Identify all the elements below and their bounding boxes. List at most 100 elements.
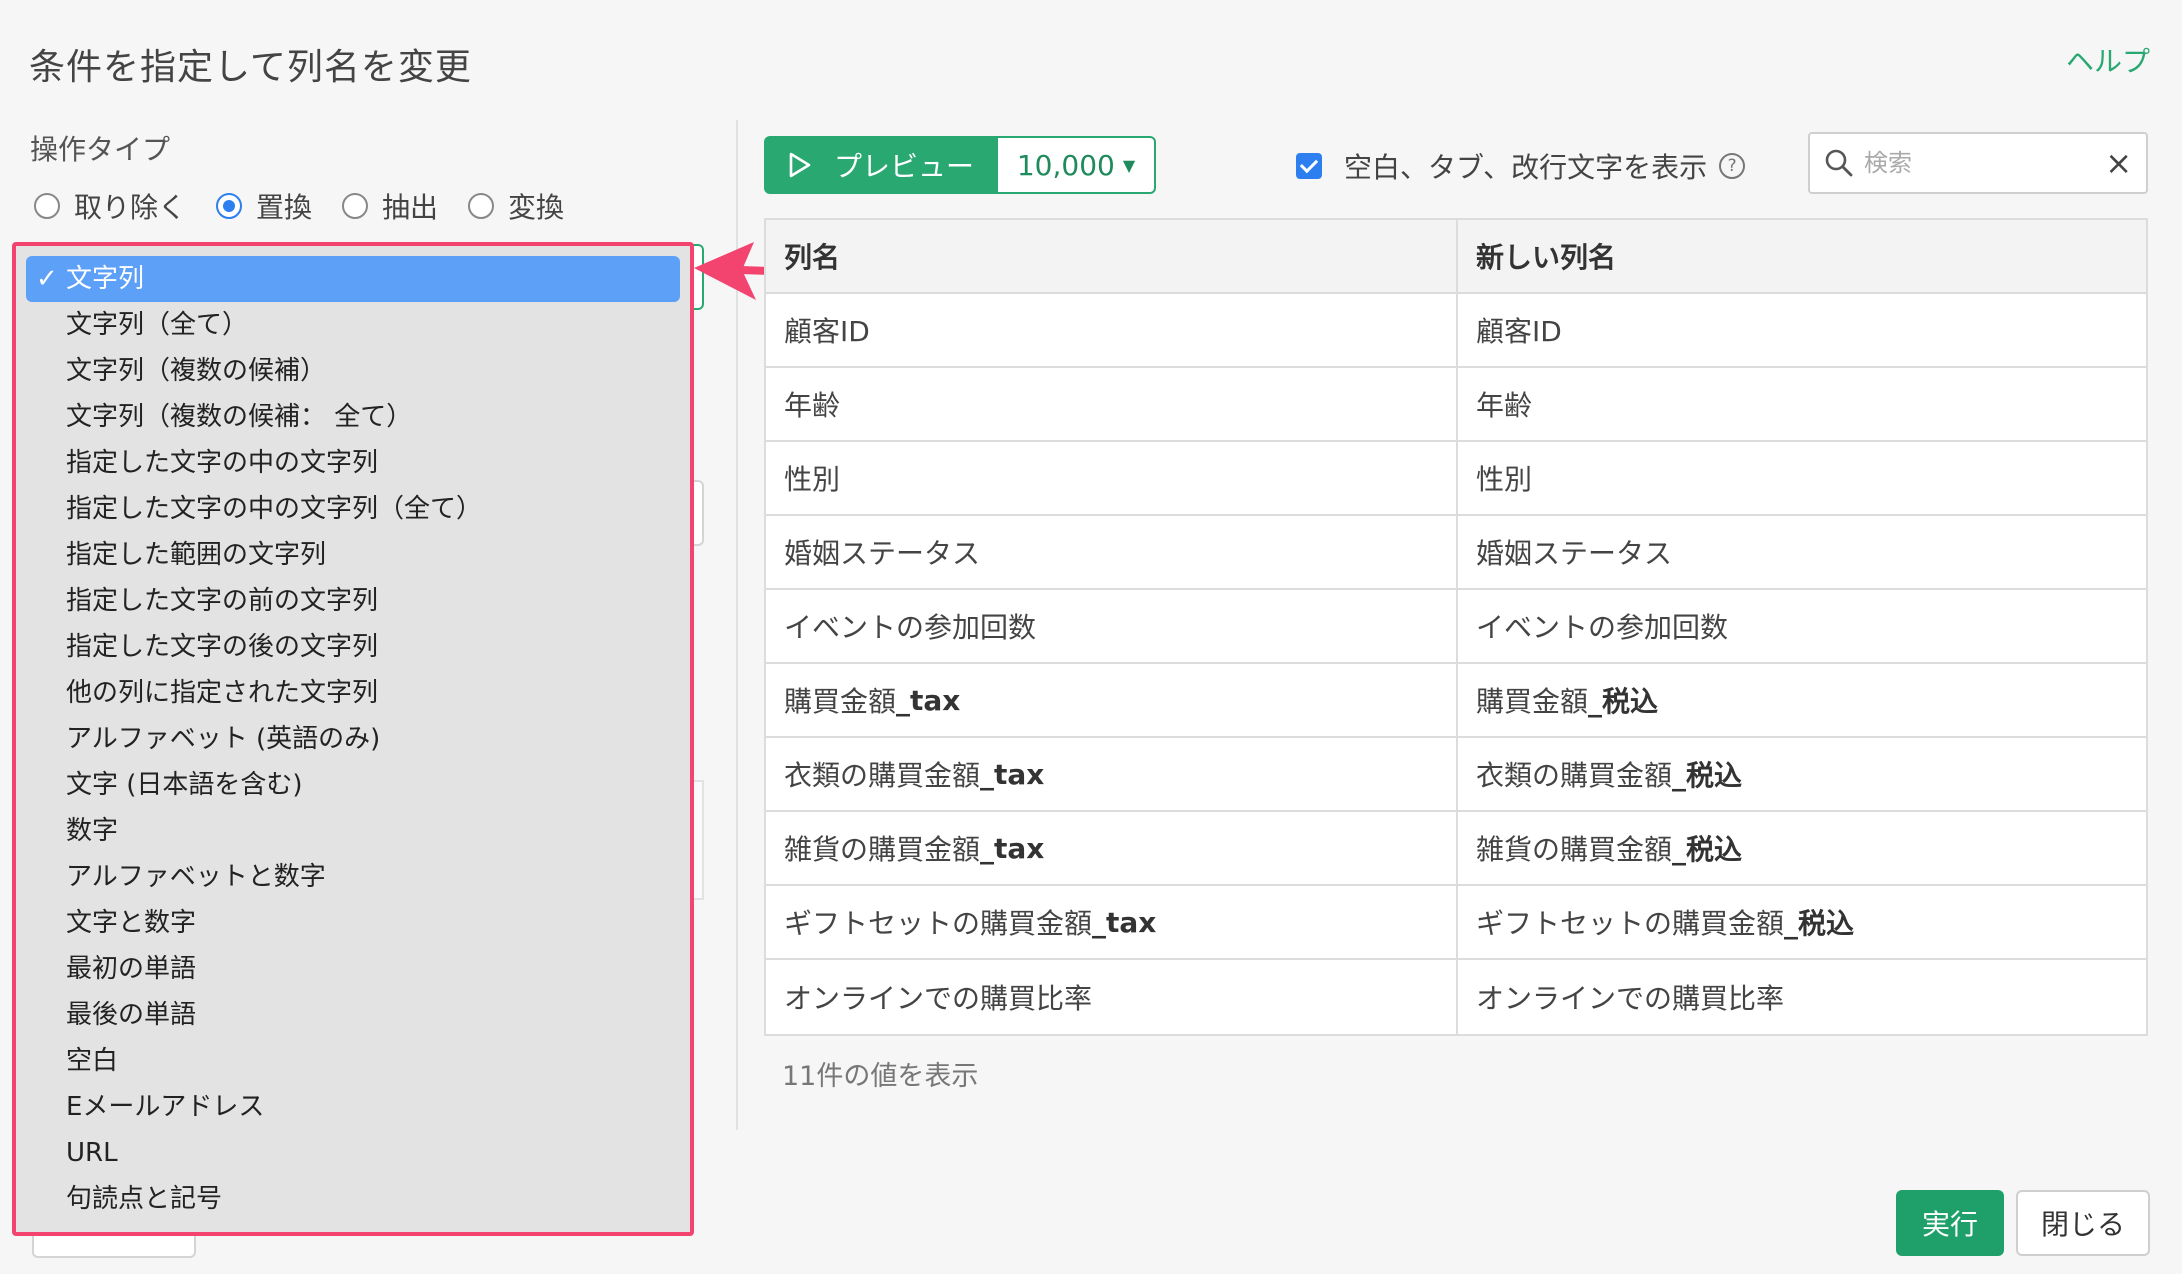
dropdown-option-label: 指定した文字の中の文字列（全て） <box>66 494 483 524</box>
table-row: イベントの参加回数 イベントの参加回数 <box>766 590 2146 664</box>
table-header: 列名 新しい列名 <box>766 220 2146 294</box>
dropdown-option-label: URL <box>66 1138 118 1168</box>
table-row: オンラインでの購買比率 オンラインでの購買比率 <box>766 960 2146 1034</box>
dropdown-option[interactable]: 指定した範囲の文字列 <box>26 532 680 578</box>
dropdown-option[interactable]: Eメールアドレス <box>26 1084 680 1130</box>
radio-button[interactable] <box>216 193 243 219</box>
cell-text: 雑貨の購買金額 <box>784 833 981 866</box>
dropdown-option-label: 文字列（複数の候補） <box>66 356 327 386</box>
new-column-name-cell: イベントの参加回数 <box>1456 590 2146 662</box>
new-column-name-cell: 雑貨の購買金額 _税込 <box>1456 812 2146 884</box>
table-row: 衣類の購買金額 _tax 衣類の購買金額 _税込 <box>766 738 2146 812</box>
column-name-cell: 性別 <box>766 442 1456 514</box>
cell-text: 顧客ID <box>1476 315 1562 348</box>
dropdown-option[interactable]: 最初の単語 <box>26 946 680 992</box>
help-link[interactable]: ヘルプ <box>2066 40 2150 80</box>
operation-radio-option[interactable]: 置換 <box>216 186 312 226</box>
page-title: 条件を指定して列名を変更 <box>29 47 472 88</box>
dropdown-option[interactable]: 空白 <box>26 1038 680 1084</box>
column-name-cell: 購買金額 _tax <box>766 664 1456 736</box>
cell-text: 購買金額 <box>1476 685 1589 718</box>
close-button[interactable]: 閉じる <box>2016 1190 2150 1256</box>
radio-label: 置換 <box>256 191 313 224</box>
dropdown-option-label: 文字列 <box>66 264 145 294</box>
condition-dropdown-list[interactable]: ✓ 文字列文字列（全て） 文字列（複数の候補） 文字列（複数の候補： 全て） 指定した文… <box>12 242 694 1236</box>
new-column-name-cell: 顧客ID <box>1456 294 2146 366</box>
new-column-name-cell: 年齢 <box>1456 368 2146 440</box>
check-icon: ✓ <box>36 264 58 294</box>
radio-label: 抽出 <box>382 191 439 224</box>
clear-icon[interactable]: × <box>2105 144 2132 182</box>
dropdown-option[interactable]: 句読点と記号 <box>26 1176 680 1222</box>
cell-text: ギフトセットの購買金額 <box>1476 907 1785 940</box>
dropdown-option-label: アルファベット (英語のみ) <box>66 724 381 754</box>
dropdown-option[interactable]: 最後の単語 <box>26 992 680 1038</box>
radio-button[interactable] <box>34 193 60 219</box>
dropdown-option-label: 文字列（複数の候補： 全て） <box>66 402 413 432</box>
table-row: 購買金額 _tax 購買金額 _税込 <box>766 664 2146 738</box>
dropdown-option[interactable]: ✓ 文字列 <box>26 256 680 302</box>
cell-text: 衣類の購買金額 <box>784 759 981 792</box>
column-name-cell: ギフトセットの購買金額 _tax <box>766 886 1456 958</box>
column-header-name: 列名 <box>784 241 841 274</box>
column-header-new-name: 新しい列名 <box>1456 220 2146 292</box>
radio-label: 取り除く <box>74 191 187 224</box>
cell-text: 雑貨の購買金額 <box>1476 833 1673 866</box>
dropdown-option[interactable]: 他の列に指定された文字列 <box>26 670 680 716</box>
cell-text: ギフトセットの購買金額 <box>784 907 1093 940</box>
dropdown-option[interactable]: 指定した文字の中の文字列 <box>26 440 680 486</box>
search-icon <box>1825 149 1853 177</box>
dropdown-option[interactable]: 文字列（複数の候補： 全て） <box>26 394 680 440</box>
show-whitespace-option: 空白、タブ、改行文字を表示 ? <box>1296 146 1746 186</box>
dropdown-option-label: Eメールアドレス <box>66 1092 265 1122</box>
dropdown-option-label: 数字 <box>66 816 119 846</box>
cell-highlight-text: _税込 <box>1672 833 1743 866</box>
table-row: 婚姻ステータス 婚姻ステータス <box>766 516 2146 590</box>
new-column-name-cell: ギフトセットの購買金額 _税込 <box>1456 886 2146 958</box>
operation-radio-option[interactable]: 変換 <box>468 186 564 226</box>
dropdown-option[interactable]: 指定した文字の後の文字列 <box>26 624 680 670</box>
operation-radio-option[interactable]: 取り除く <box>34 186 186 226</box>
cell-text: オンラインでの購買比率 <box>784 982 1093 1015</box>
cell-text: オンラインでの購買比率 <box>1476 982 1785 1015</box>
cell-highlight-text: _tax <box>1092 905 1157 939</box>
new-column-name-cell: 衣類の購買金額 _税込 <box>1456 738 2146 810</box>
dropdown-option[interactable]: アルファベットと数字 <box>26 854 680 900</box>
dropdown-option-label: 文字 (日本語を含む) <box>66 770 303 800</box>
table-row: 顧客ID 顧客ID <box>766 294 2146 368</box>
dropdown-option[interactable]: 指定した文字の中の文字列（全て） <box>26 486 680 532</box>
dropdown-option-label: アルファベットと数字 <box>66 862 326 892</box>
dropdown-option[interactable]: 文字と数字 <box>26 900 680 946</box>
row-count-dropdown[interactable]: 10,000 ▼ <box>996 136 1156 194</box>
cell-highlight-text: _税込 <box>1588 685 1659 718</box>
dropdown-option[interactable]: アルファベット (英語のみ) <box>26 716 680 762</box>
column-name-cell: オンラインでの購買比率 <box>766 960 1456 1034</box>
cell-highlight-text: _tax <box>980 831 1045 865</box>
run-button[interactable]: 実行 <box>1896 1190 2004 1256</box>
operation-radio-option[interactable]: 抽出 <box>342 186 438 226</box>
dropdown-option[interactable]: 文字列（全て） <box>26 302 680 348</box>
preview-button[interactable]: プレビュー <box>764 136 996 194</box>
show-whitespace-checkbox[interactable] <box>1296 153 1322 179</box>
dropdown-option-label: 最後の単語 <box>66 1000 197 1030</box>
column-name-cell: 雑貨の購買金額 _tax <box>766 812 1456 884</box>
column-name-cell: 衣類の購買金額 _tax <box>766 738 1456 810</box>
show-whitespace-label: 空白、タブ、改行文字を表示 <box>1344 151 1708 184</box>
table-row: 年齢 年齢 <box>766 368 2146 442</box>
cell-text: 婚姻ステータス <box>1476 537 1673 570</box>
radio-button[interactable] <box>468 193 495 219</box>
dropdown-option[interactable]: URL <box>26 1130 680 1176</box>
dropdown-option[interactable]: 文字列（複数の候補） <box>26 348 680 394</box>
search-input[interactable] <box>1864 149 2100 177</box>
preview-table: 列名 新しい列名 顧客ID 顧客ID 年齢 年齢 性別 性別 婚姻ステータス 婚姻ステータスイ… <box>764 218 2148 1036</box>
dropdown-option[interactable]: 文字 (日本語を含む) <box>26 762 680 808</box>
cell-text: 性別 <box>784 463 841 496</box>
dropdown-option[interactable]: 数字 <box>26 808 680 854</box>
table-row: ギフトセットの購買金額 _tax ギフトセットの購買金額 _税込 <box>766 886 2146 960</box>
dropdown-option-label: 他の列に指定された文字列 <box>66 678 379 708</box>
operation-type-radio-group: 取り除く 置換 抽出 変換 <box>34 186 594 226</box>
question-icon[interactable]: ? <box>1719 153 1746 179</box>
radio-button[interactable] <box>342 193 369 219</box>
dropdown-option-label: 指定した範囲の文字列 <box>66 540 327 570</box>
dropdown-option[interactable]: 指定した文字の前の文字列 <box>26 578 680 624</box>
